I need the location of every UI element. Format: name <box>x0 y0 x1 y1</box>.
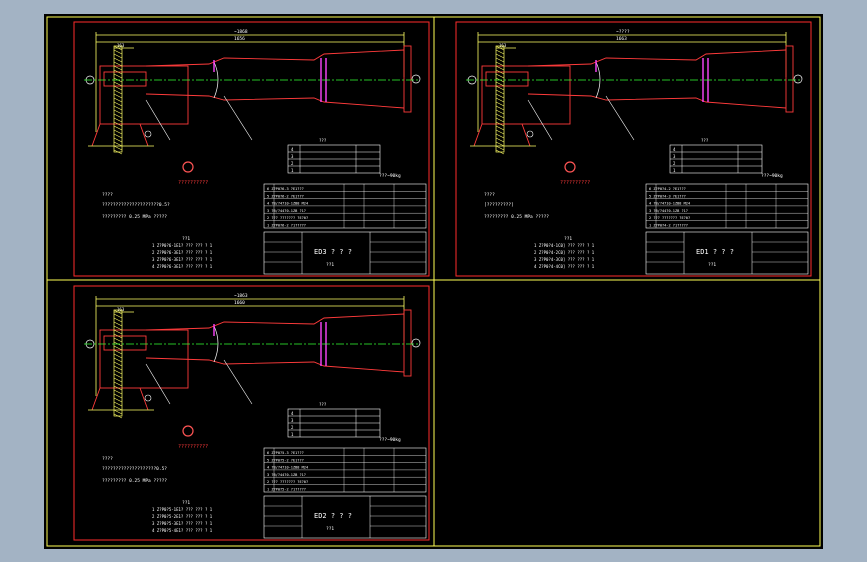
dimension-total-label: ~1868 <box>234 29 248 35</box>
dimension-small-label: 163 <box>117 307 125 312</box>
code-list-item: 3 Z?P0?4-3C0] ??? ??? ? 1 <box>534 257 595 262</box>
code-list-item: 2 Z?P0?4-2C0] ??? ??? ? 1 <box>534 250 595 255</box>
code-list-item: 3 Z?P0?5-3E1? ??? ??? ? 1 <box>152 521 213 526</box>
code-list-item: 2 Z?P0?6-3E1? ??? ??? ? 1 <box>152 250 213 255</box>
code-list-header: ??1 <box>564 236 572 242</box>
company-name: ?????????? <box>560 180 590 186</box>
bom-row-text: 2 ??? ??????? ?E?0? <box>267 216 308 220</box>
bom-row-text: 6 Z?P0?6-3 ?E1??? <box>267 187 304 191</box>
drawing-title: ED2 ? ? ? <box>314 512 352 520</box>
dimension-inner-label: 1663 <box>616 36 627 42</box>
notes-heading: ???? <box>102 192 113 198</box>
bom-row-text: 1 Z?P0?5-2 ?1????? <box>267 488 306 492</box>
mass-label: ???~90kg <box>379 437 401 443</box>
code-list-item: 1 Z?P0?4-1C0] ??? ??? ? 1 <box>534 243 595 248</box>
code-list-item: 4 Z?P0?6-3E1? ??? ??? ? 1 <box>152 264 213 269</box>
mass-label: ???~90kg <box>761 173 783 179</box>
bom-row-text: 4 ?B/?4710-1ZB8 M24 <box>267 466 308 470</box>
drawing-title: ED3 ? ? ? <box>314 248 352 256</box>
notes-line-1: [?????????] <box>484 202 514 208</box>
mass-label: ???~90kg <box>379 173 401 179</box>
company-name: ?????????? <box>178 444 208 450</box>
cad-drawing-canvas[interactable]: ~186816561634321????????????????~90kg???… <box>0 0 867 562</box>
bom-row-text: 5 Z?P0?5-2 ?E1??? <box>267 458 304 462</box>
parts-table-caption: ??? <box>701 138 709 143</box>
drawing-subtitle: ??1 <box>708 262 716 268</box>
bom-row-text: 3 ?B/?4470-1ZB ?1? <box>649 209 688 213</box>
code-list-item: 1 Z?P0?6-1E1? ??? ??? ? 1 <box>152 243 213 248</box>
dimension-total-label: ~1863 <box>234 293 248 299</box>
code-list-item: 1 Z?P0?5-1E1? ??? ??? ? 1 <box>152 507 213 512</box>
parts-table-caption: ??? <box>319 402 327 407</box>
code-list-item: 3 Z?P0?6-3E1? ??? ??? ? 1 <box>152 257 213 262</box>
bom-row-text: 5 Z?P0?6-2 ?E1??? <box>267 194 304 198</box>
drawing-title: ED1 ? ? ? <box>696 248 734 256</box>
dimension-inner-label: 1660 <box>234 300 245 306</box>
bom-row-text: 1 Z?P0?4-2 ?1????? <box>649 224 688 228</box>
notes-heading: ???? <box>484 192 495 198</box>
notes-line-1: ?????????????????????0.5? <box>102 202 170 208</box>
notes-line-2: ????????? 0.25 MPa ????? <box>484 214 549 220</box>
notes-line-2: ????????? 0.25 MPa ????? <box>102 214 167 220</box>
bom-row-text: 3 ?B/?4470-1ZB ?1? <box>267 209 306 213</box>
parts-table-caption: ??? <box>319 138 327 143</box>
bom-row-text: 2 ??? ??????? ?E?0? <box>649 216 690 220</box>
dimension-small-label: 163 <box>499 43 507 48</box>
bom-row-text: 3 ?B/?4470-1ZB ?1? <box>267 473 306 477</box>
code-list-item: 2 Z?P0?5-2E1? ??? ??? ? 1 <box>152 514 213 519</box>
dimension-inner-label: 1656 <box>234 36 245 42</box>
bom-row-text: 4 ?B/?4710-1ZB8 M24 <box>267 202 308 206</box>
code-list-item: 4 Z?P0?4-4C0] ??? ??? ? 1 <box>534 264 595 269</box>
bom-row-text: 6 Z?P0?4-2 ?E1??? <box>649 187 686 191</box>
bom-row-text: 5 Z?P0?4-3 ?E1??? <box>649 194 686 198</box>
drawing-subtitle: ??1 <box>326 526 334 532</box>
code-list-item: 4 Z?P0?5-4E1? ??? ??? ? 1 <box>152 528 213 533</box>
notes-line-2: ????????? 0.25 MPa ????? <box>102 478 167 484</box>
code-list-header: ??1 <box>182 236 190 242</box>
bom-row-text: 1 Z?P0?6-2 ?1????? <box>267 224 306 228</box>
drawing-subtitle: ??1 <box>326 262 334 268</box>
code-list-header: ??1 <box>182 500 190 506</box>
company-name: ?????????? <box>178 180 208 186</box>
bom-row-text: 6 Z?P0?5-3 ?E1??? <box>267 451 304 455</box>
notes-line-1: ????????????????????0.5? <box>102 466 167 472</box>
dimension-total-label: ~???? <box>616 29 630 35</box>
dimension-small-label: 163 <box>117 43 125 48</box>
bom-row-text: 4 ?B/?4710-1ZB8 M24 <box>649 202 690 206</box>
notes-heading: ???? <box>102 456 113 462</box>
bom-row-text: 2 ??? ??????? ?E?0? <box>267 480 308 484</box>
